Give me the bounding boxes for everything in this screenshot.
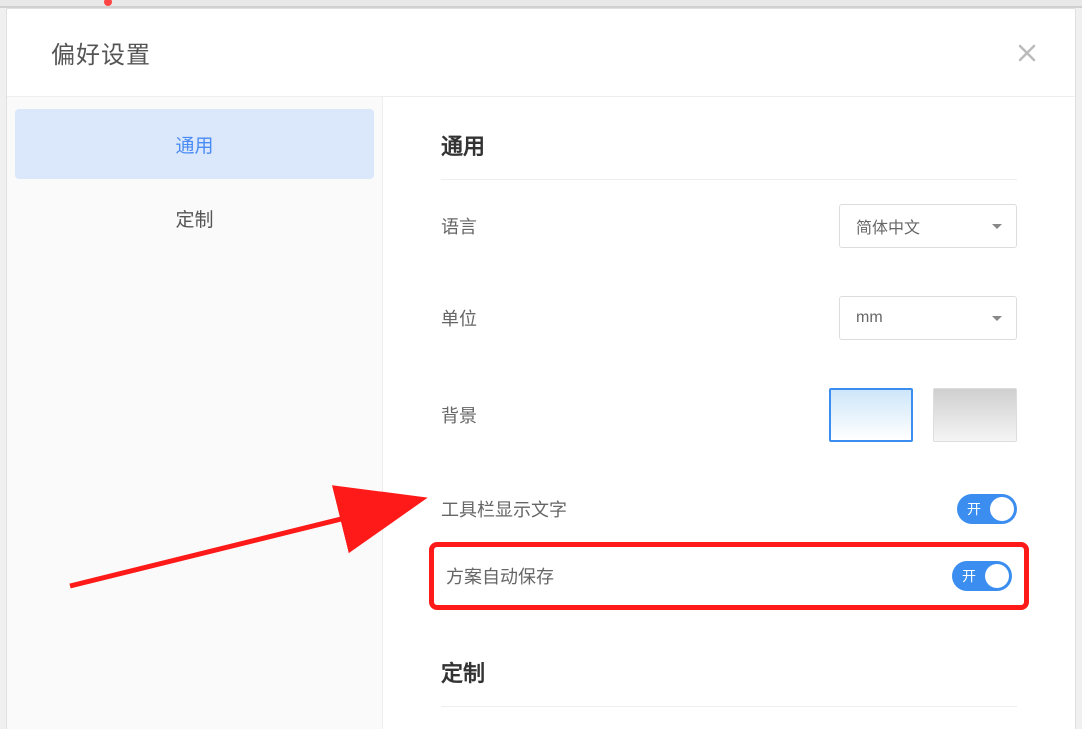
row-toolbar-text: 工具栏显示文字 开 [441,466,1017,546]
row-unit: 单位 mm [441,272,1017,364]
label-unit: 单位 [441,305,477,331]
toggle-toolbar-text[interactable]: 开 [957,494,1017,524]
toggle-label: 开 [967,499,981,519]
dialog-body: 通用 定制 通用 语言 简体中文 单位 mm [7,97,1075,729]
row-autosave: 方案自动保存 开 [442,561,1016,591]
label-autosave: 方案自动保存 [446,563,554,589]
row-background: 背景 [441,364,1017,466]
dialog-header: 偏好设置 [7,9,1075,97]
background-options [829,388,1017,442]
toggle-knob [985,564,1009,588]
chevron-down-icon [992,316,1002,321]
sidebar: 通用 定制 [7,97,383,729]
label-background: 背景 [441,402,477,428]
dialog-title: 偏好设置 [51,35,151,70]
toggle-label: 开 [962,566,976,586]
toggle-knob [990,497,1014,521]
background-option-blue[interactable] [829,388,913,442]
content-panel: 通用 语言 简体中文 单位 mm 背景 [383,97,1075,729]
background-option-gray[interactable] [933,388,1017,442]
chevron-down-icon [992,224,1002,229]
row-language: 语言 简体中文 [441,180,1017,272]
label-toolbar-text: 工具栏显示文字 [441,496,567,522]
select-value: 简体中文 [856,214,920,238]
sidebar-item-custom[interactable]: 定制 [15,183,374,253]
sidebar-item-label: 通用 [175,131,213,158]
preferences-dialog: 偏好设置 通用 定制 通用 语言 简体中文 单位 [6,8,1076,729]
section-title-general: 通用 [441,129,1017,180]
close-button[interactable] [1015,41,1039,65]
label-language: 语言 [441,213,477,239]
annotation-highlight: 方案自动保存 开 [429,542,1029,610]
sidebar-item-general[interactable]: 通用 [15,109,374,179]
select-language[interactable]: 简体中文 [839,204,1017,248]
select-unit[interactable]: mm [839,296,1017,340]
close-icon [1018,44,1036,62]
toggle-autosave[interactable]: 开 [952,561,1012,591]
section-title-custom: 定制 [441,656,1017,707]
select-value: mm [856,309,883,327]
sidebar-item-label: 定制 [175,205,213,232]
